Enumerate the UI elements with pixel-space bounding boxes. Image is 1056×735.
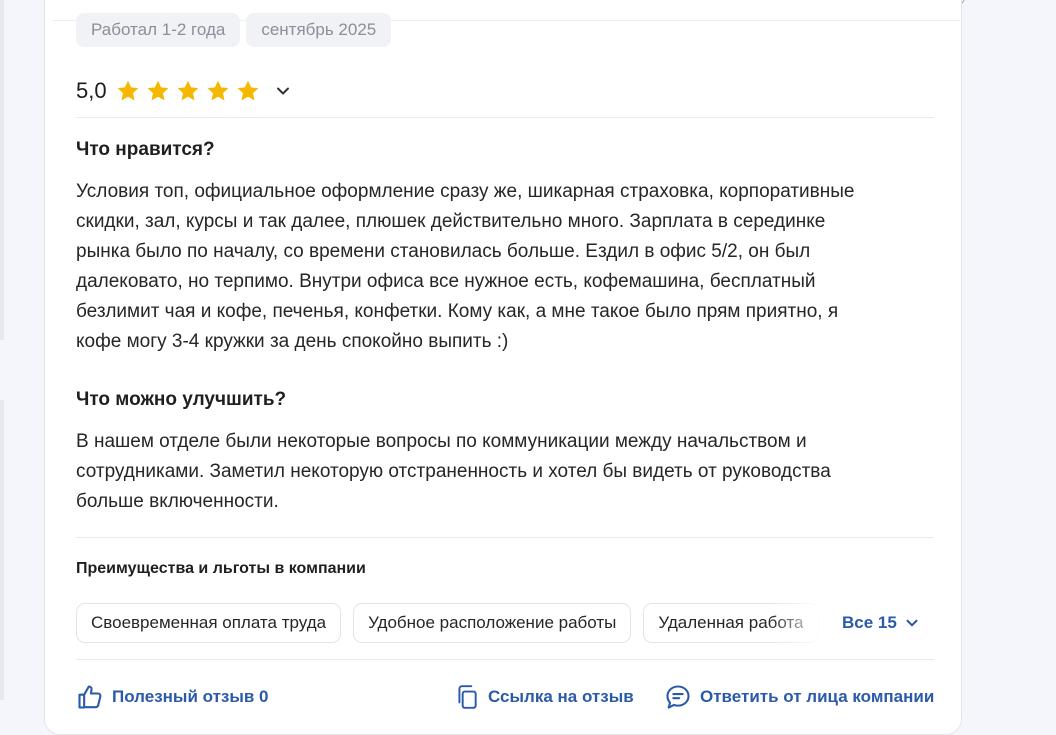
rating-stars (115, 78, 261, 104)
likes-line: скидки, зал, курсы и так далее, плюшек д… (76, 211, 826, 232)
improve-line: сотрудниками. Заметил некоторую отстране… (76, 461, 831, 482)
improve-text: В нашем отделе были некоторые вопросы по… (76, 427, 926, 517)
show-all-label: Все 15 (842, 613, 897, 632)
review-link-label: Ссылка на отзыв (488, 687, 634, 706)
likes-line: безлимит чая и кофе, печенья, конфетки. … (76, 301, 839, 322)
review-tags: Работал 1-2 года сентябрь 2025 (76, 13, 392, 47)
benefit-chip[interactable]: Удобное расположение работы (353, 603, 632, 643)
thumbs-up-icon (78, 685, 102, 709)
rating-value: 5,0 (76, 78, 107, 103)
divider-rating (76, 117, 934, 118)
benefit-chip[interactable]: Своевременная оплата труда (76, 603, 342, 643)
likes-line: кофе могу 3-4 кружки за день спокойно вы… (76, 331, 509, 352)
likes-line: далековато, но терпимо. Внутри офиса все… (76, 271, 816, 292)
likes-text: Условия топ, официальное оформление сраз… (76, 177, 926, 357)
tag-experience: Работал 1-2 года (76, 13, 241, 47)
helpful-review-button[interactable]: Полезный отзыв 0 (76, 683, 269, 711)
benefits-title: Преимущества и льготы в компании (76, 560, 366, 577)
show-all-benefits-button[interactable]: Все 15 (842, 610, 921, 636)
divider-benefits (76, 537, 934, 538)
likes-line: рынка было по началу, со времени станови… (76, 241, 811, 262)
star-icon (177, 80, 198, 101)
chips-fade (770, 603, 834, 643)
star-icon (147, 80, 168, 101)
helpful-label: Полезный отзыв 0 (112, 687, 269, 706)
left-panel-edge (0, 0, 4, 340)
improve-heading: Что можно улучшить? (76, 389, 287, 410)
reply-as-company-button[interactable]: Ответить от лица компании (664, 683, 934, 711)
chevron-down-icon (906, 619, 918, 627)
star-icon (207, 80, 228, 101)
rating-row: 5,0 (76, 76, 293, 106)
star-icon (237, 80, 258, 101)
reply-label: Ответить от лица компании (700, 687, 935, 706)
chevron-down-icon[interactable] (273, 81, 293, 101)
left-panel-edge-lower (0, 400, 4, 700)
likes-line: Условия топ, официальное оформление сраз… (76, 181, 855, 202)
benefits-chips: Своевременная оплата труда Удобное распо… (76, 603, 824, 643)
chat-bubble-icon (666, 685, 690, 709)
copy-link-icon (458, 685, 477, 709)
review-link-button[interactable]: Ссылка на отзыв (454, 683, 634, 711)
divider-actions (76, 659, 934, 660)
improve-line: В нашем отделе были некоторые вопросы по… (76, 431, 807, 452)
tag-date: сентябрь 2025 (246, 13, 392, 47)
star-icon (117, 80, 138, 101)
improve-line: больше включенности. (76, 491, 279, 512)
likes-heading: Что нравится? (76, 139, 215, 160)
